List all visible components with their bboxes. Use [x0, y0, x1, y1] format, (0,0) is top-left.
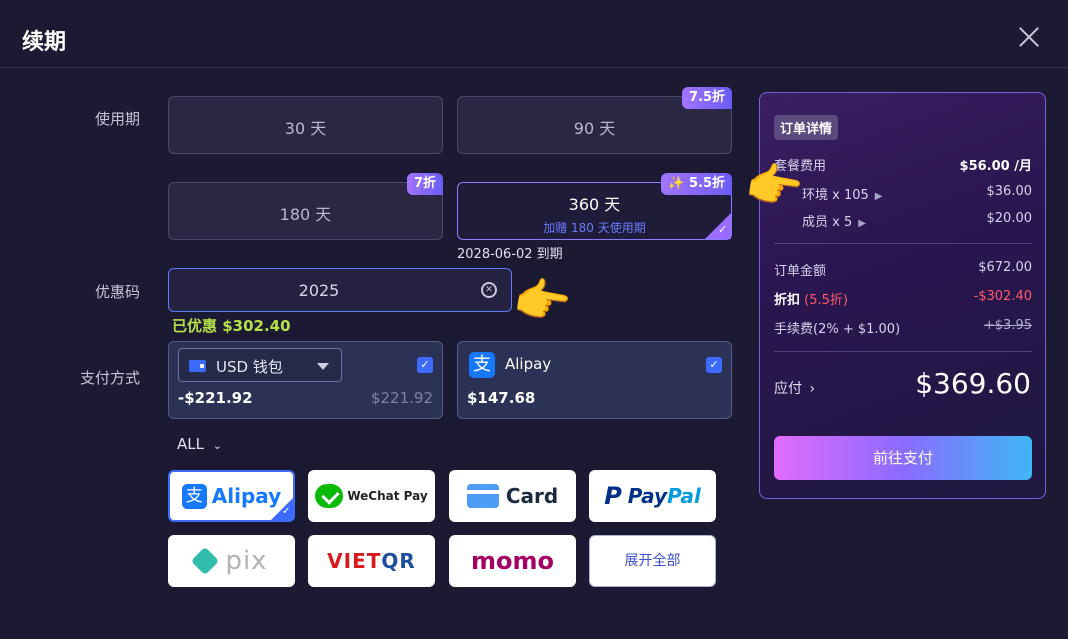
period-label: 使用期 [94, 110, 140, 128]
method-card[interactable]: Card [449, 470, 576, 522]
discount-badge: ✨ 5.5折 [661, 173, 732, 195]
payment-label: 支付方式 [79, 369, 140, 387]
coupon-label: 优惠码 [94, 283, 140, 301]
chevron-right-icon: › [809, 381, 816, 397]
plan-30-days[interactable]: 30 天 [168, 96, 443, 154]
alipay-amount: $147.68 [467, 389, 536, 407]
plan-90-days[interactable]: 90 天 7.5折 [457, 87, 732, 154]
alipay-icon: 支 [469, 352, 495, 378]
divider [774, 243, 1032, 244]
plan-bonus: 加赠 180 天使用期 [543, 221, 646, 235]
plan-180-days[interactable]: 180 天 7折 [168, 173, 443, 240]
env-value: $36.00 [986, 184, 1033, 199]
close-icon[interactable] [1016, 24, 1042, 50]
plan-name: 180 天 [279, 205, 332, 224]
clear-icon[interactable]: ✕ [481, 282, 497, 298]
plan-name: 30 天 [284, 119, 327, 138]
discount-value: -$302.40 [973, 289, 1032, 304]
selected-check-icon [271, 498, 293, 520]
discount-rate: (5.5折) [804, 293, 848, 308]
wechat-logo-text: WeChat Pay [347, 489, 428, 503]
expand-all-button[interactable]: 展开全部 [589, 535, 716, 587]
pointing-hand-icon: 👈 [742, 154, 809, 218]
plan-360-days[interactable]: 360 天 加赠 180 天使用期 ✨ 5.5折 [457, 173, 732, 240]
wallet-icon [189, 360, 206, 372]
card-icon [466, 484, 499, 508]
wallet-amount: -$221.92 [178, 389, 253, 407]
all-methods-toggle[interactable]: ALL ⌄ [177, 435, 222, 453]
fee-value: +$3.95 [983, 318, 1032, 333]
pix-icon [191, 546, 220, 576]
expire-date: 2028-06-02 到期 [457, 247, 563, 262]
paypal-logo-pay: Pay [627, 484, 668, 508]
coupon-input[interactable] [169, 269, 469, 311]
proceed-to-pay-button[interactable]: 前往支付 [774, 436, 1032, 480]
chevron-down-icon [317, 363, 329, 370]
discount-badge: 7.5折 [681, 87, 732, 109]
total-label: 应付 [774, 381, 802, 397]
paypal-logo-text: PayPal [628, 484, 701, 508]
pix-logo-text: pix [225, 546, 268, 576]
chevron-down-icon: ⌄ [212, 439, 222, 452]
coupon-field: ✕ [168, 268, 512, 312]
selected-check-icon [705, 213, 731, 239]
method-pix[interactable]: pix [168, 535, 295, 587]
alipay-icon: 支 [181, 483, 207, 509]
all-toggle-label: ALL [177, 435, 204, 453]
env-label: 环境 x 105 [802, 188, 869, 203]
vietqr-logo-text: VIETQR [327, 549, 416, 573]
alipay-payment-box: 支 Alipay ✓ $147.68 [457, 341, 732, 419]
divider [774, 351, 1032, 352]
wallet-payment-box: USD 钱包 ✓ -$221.92 $221.92 [168, 341, 443, 419]
method-alipay[interactable]: 支 Alipay [168, 470, 295, 522]
order-amount-value: $672.00 [978, 260, 1032, 275]
discount-label: 折扣 [774, 293, 801, 308]
alipay-name: Alipay [505, 355, 552, 373]
pointing-hand-icon: 👈 [510, 269, 577, 333]
fee-label: 手续费(2% + $1.00) [774, 322, 901, 337]
paypal-icon: P [604, 482, 622, 510]
vietqr-logo-qr: QR [381, 549, 416, 573]
member-value: $20.00 [986, 211, 1033, 226]
order-details-panel: 订单详情 套餐费用 $56.00 /月 环境 x 105 ▶ $36.00 成员 … [759, 92, 1046, 499]
alipay-checkbox[interactable]: ✓ [706, 357, 722, 373]
order-amount-label: 订单金额 [774, 264, 827, 279]
wechat-icon [315, 484, 344, 508]
method-wechat-pay[interactable]: WeChat Pay [308, 470, 435, 522]
order-details-tag: 订单详情 [774, 115, 839, 140]
chevron-right-icon: ▶ [874, 191, 883, 202]
total-value: $369.60 [915, 367, 1031, 400]
method-paypal[interactable]: P PayPal [589, 470, 716, 522]
wallet-name: USD 钱包 [216, 358, 283, 376]
method-momo[interactable]: momo [449, 535, 576, 587]
package-fee-value: $56.00 /月 [959, 159, 1032, 174]
vietqr-logo-viet: VIET [327, 549, 382, 573]
coupon-discount-note: 已优惠 $302.40 [172, 317, 291, 335]
paypal-logo-pal: Pal [667, 484, 701, 508]
total-label-group[interactable]: 应付 › [774, 378, 815, 398]
momo-logo-text: momo [471, 547, 554, 575]
wallet-checkbox[interactable]: ✓ [417, 357, 433, 373]
plan-name: 90 天 [573, 119, 616, 138]
wallet-balance: $221.92 [370, 389, 433, 407]
member-label: 成员 x 5 [802, 215, 853, 230]
chevron-right-icon: ▶ [858, 218, 866, 229]
dialog-header: 续期 [0, 0, 1068, 68]
discount-badge: 7折 [406, 173, 443, 195]
method-vietqr[interactable]: VIETQR [308, 535, 435, 587]
dialog-title: 续期 [22, 30, 67, 55]
card-logo-text: Card [505, 484, 559, 508]
wallet-select[interactable]: USD 钱包 [178, 348, 342, 382]
